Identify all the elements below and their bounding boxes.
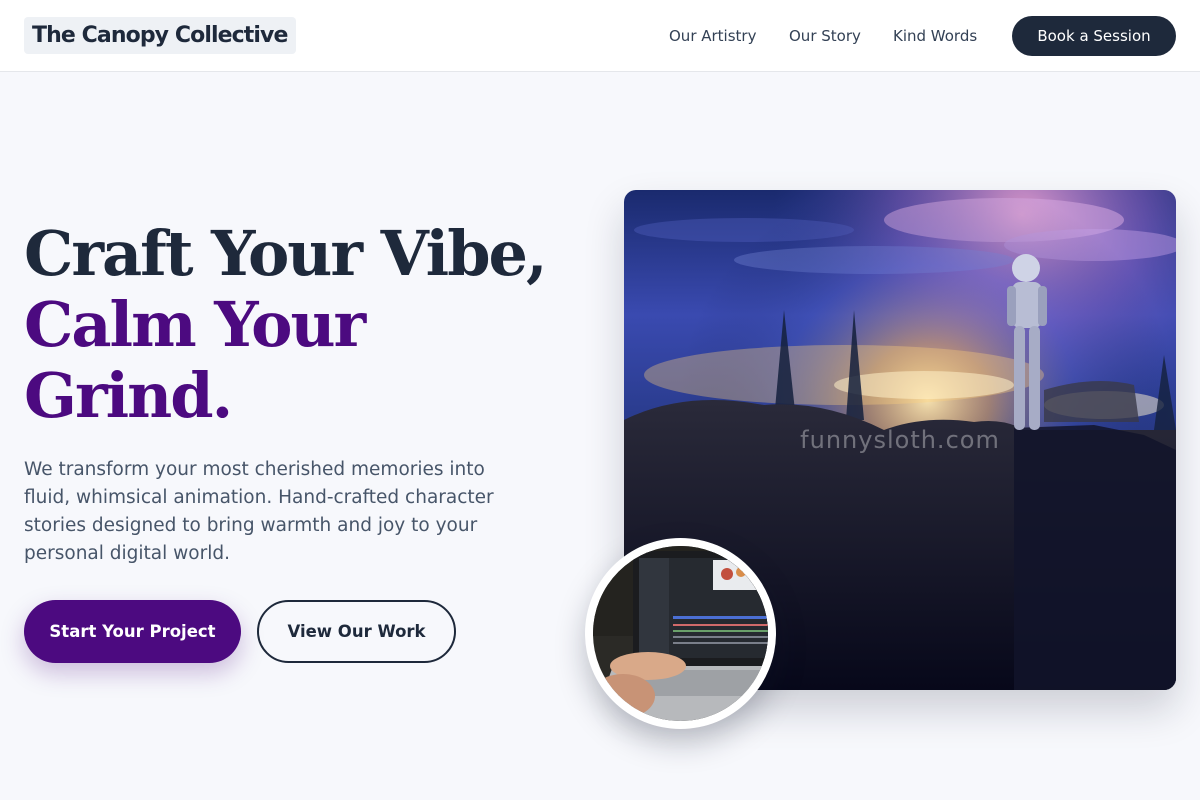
hero-title-line-1: Craft Your Vibe,	[24, 217, 548, 290]
laptop-editing-illustration	[593, 546, 768, 721]
site-header: The Canopy Collective Our Artistry Our S…	[0, 0, 1200, 72]
nav-link-our-story[interactable]: Our Story	[789, 26, 861, 46]
start-project-button[interactable]: Start Your Project	[24, 600, 241, 663]
inset-image	[593, 546, 768, 721]
hero-description: We transform your most cherished memorie…	[24, 459, 494, 564]
view-work-button[interactable]: View Our Work	[257, 600, 456, 663]
inset-image-frame	[585, 538, 776, 729]
nav-link-kind-words[interactable]: Kind Words	[893, 26, 977, 46]
hero-title-line-2: Calm Your	[24, 288, 366, 361]
brand-logo[interactable]: The Canopy Collective	[24, 17, 296, 54]
hero-title-line-3: Grind.	[24, 359, 233, 432]
hero-title: Craft Your Vibe, Calm Your Grind.	[24, 218, 584, 431]
book-session-button[interactable]: Book a Session	[1012, 16, 1176, 56]
nav-link-our-artistry[interactable]: Our Artistry	[669, 26, 756, 46]
